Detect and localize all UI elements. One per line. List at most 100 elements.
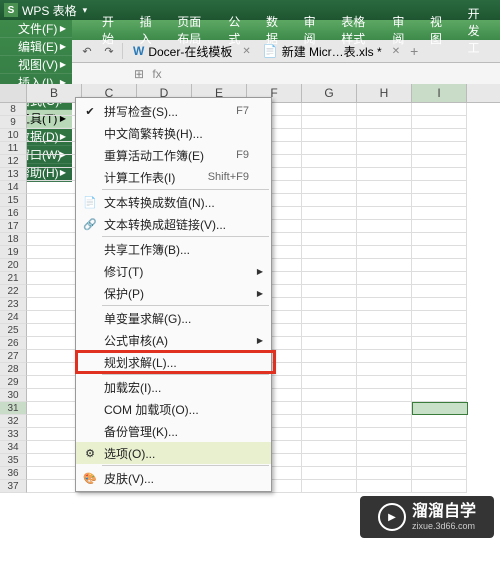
- undo-button[interactable]: ↶: [78, 42, 96, 60]
- cell-I32[interactable]: [412, 415, 467, 428]
- row-header[interactable]: 25: [0, 324, 27, 337]
- menu-审阅[interactable]: 审阅: [292, 20, 330, 40]
- cell-H36[interactable]: [357, 467, 412, 480]
- cell-G37[interactable]: [302, 480, 357, 493]
- cell-H29[interactable]: [357, 376, 412, 389]
- row-header[interactable]: 27: [0, 350, 27, 363]
- cell-G29[interactable]: [302, 376, 357, 389]
- cell-H12[interactable]: [357, 155, 412, 168]
- cell-I20[interactable]: [412, 259, 467, 272]
- cell-G18[interactable]: [302, 233, 357, 246]
- cell-B26[interactable]: [27, 337, 82, 350]
- menu-视图[interactable]: 视图: [418, 20, 456, 40]
- cell-I31[interactable]: [412, 402, 468, 415]
- cell-H22[interactable]: [357, 285, 412, 298]
- side-menu-item[interactable]: 文件(F)▶: [0, 20, 72, 38]
- row-header[interactable]: 22: [0, 285, 27, 298]
- cell-I26[interactable]: [412, 337, 467, 350]
- cell-I28[interactable]: [412, 363, 467, 376]
- cell-H14[interactable]: [357, 181, 412, 194]
- cell-I12[interactable]: [412, 155, 467, 168]
- cell-G26[interactable]: [302, 337, 357, 350]
- menu-item[interactable]: 🔗文本转换成超链接(V)...: [76, 213, 271, 235]
- menu-插入[interactable]: 插入: [128, 20, 166, 40]
- cell-G19[interactable]: [302, 246, 357, 259]
- cell-G30[interactable]: [302, 389, 357, 402]
- cell-G34[interactable]: [302, 441, 357, 454]
- cell-G28[interactable]: [302, 363, 357, 376]
- cell-I16[interactable]: [412, 207, 467, 220]
- menu-开发工[interactable]: 开发工: [456, 20, 500, 40]
- cell-I29[interactable]: [412, 376, 467, 389]
- menu-表格样式[interactable]: 表格样式: [329, 20, 380, 40]
- row-header[interactable]: 19: [0, 246, 27, 259]
- menu-item[interactable]: COM 加载项(O)...: [76, 398, 271, 420]
- cell-B32[interactable]: [27, 415, 82, 428]
- cell-I22[interactable]: [412, 285, 467, 298]
- cell-I18[interactable]: [412, 233, 467, 246]
- row-header[interactable]: 21: [0, 272, 27, 285]
- redo-button[interactable]: ↷: [100, 42, 118, 60]
- menu-item[interactable]: 加载宏(I)...: [76, 376, 271, 398]
- cell-G25[interactable]: [302, 324, 357, 337]
- row-header[interactable]: 10: [0, 129, 27, 142]
- side-menu-item[interactable]: 编辑(E)▶: [0, 38, 72, 56]
- cell-G16[interactable]: [302, 207, 357, 220]
- close-tab-icon[interactable]: ✕: [238, 46, 254, 57]
- cell-I14[interactable]: [412, 181, 467, 194]
- row-header[interactable]: 29: [0, 376, 27, 389]
- menu-item[interactable]: 📄文本转换成数值(N)...: [76, 191, 271, 213]
- cell-G35[interactable]: [302, 454, 357, 467]
- cell-G24[interactable]: [302, 311, 357, 324]
- cell-B12[interactable]: [27, 155, 82, 168]
- cell-H8[interactable]: [357, 103, 412, 116]
- cell-H18[interactable]: [357, 233, 412, 246]
- cell-B27[interactable]: [27, 350, 82, 363]
- row-header[interactable]: 14: [0, 181, 27, 194]
- cell-H23[interactable]: [357, 298, 412, 311]
- cell-B10[interactable]: [27, 129, 82, 142]
- row-header[interactable]: 11: [0, 142, 27, 155]
- cell-H31[interactable]: [357, 402, 412, 415]
- cell-G12[interactable]: [302, 155, 357, 168]
- cell-I35[interactable]: [412, 454, 467, 467]
- menu-item[interactable]: ✔拼写检查(S)...F7: [76, 100, 271, 122]
- cell-G8[interactable]: [302, 103, 357, 116]
- cell-I15[interactable]: [412, 194, 467, 207]
- row-header[interactable]: 30: [0, 389, 27, 402]
- row-header[interactable]: 36: [0, 467, 27, 480]
- cell-I25[interactable]: [412, 324, 467, 337]
- cell-B24[interactable]: [27, 311, 82, 324]
- cell-B30[interactable]: [27, 389, 82, 402]
- cell-G33[interactable]: [302, 428, 357, 441]
- col-header-B[interactable]: B: [27, 84, 82, 102]
- cell-B22[interactable]: [27, 285, 82, 298]
- cell-B23[interactable]: [27, 298, 82, 311]
- col-header-H[interactable]: H: [357, 84, 412, 102]
- menu-item[interactable]: 单变量求解(G)...: [76, 307, 271, 329]
- row-header[interactable]: 26: [0, 337, 27, 350]
- cell-H9[interactable]: [357, 116, 412, 129]
- cell-G14[interactable]: [302, 181, 357, 194]
- cell-B8[interactable]: [27, 103, 82, 116]
- cell-G31[interactable]: [302, 402, 357, 415]
- fx-icon[interactable]: fx: [148, 67, 166, 81]
- cell-B34[interactable]: [27, 441, 82, 454]
- cell-B35[interactable]: [27, 454, 82, 467]
- cell-G15[interactable]: [302, 194, 357, 207]
- cell-G21[interactable]: [302, 272, 357, 285]
- menu-开始[interactable]: 开始: [90, 20, 128, 40]
- cell-G11[interactable]: [302, 142, 357, 155]
- menu-item[interactable]: 备份管理(K)...: [76, 420, 271, 442]
- cell-I11[interactable]: [412, 142, 467, 155]
- cell-H19[interactable]: [357, 246, 412, 259]
- menu-公式[interactable]: 公式: [216, 20, 254, 40]
- col-header-G[interactable]: G: [302, 84, 357, 102]
- menu-item[interactable]: 保护(P)▶: [76, 282, 271, 304]
- row-header[interactable]: 28: [0, 363, 27, 376]
- menu-审阅[interactable]: 审阅: [380, 20, 418, 40]
- cell-B21[interactable]: [27, 272, 82, 285]
- cell-G27[interactable]: [302, 350, 357, 363]
- cell-H16[interactable]: [357, 207, 412, 220]
- cell-B36[interactable]: [27, 467, 82, 480]
